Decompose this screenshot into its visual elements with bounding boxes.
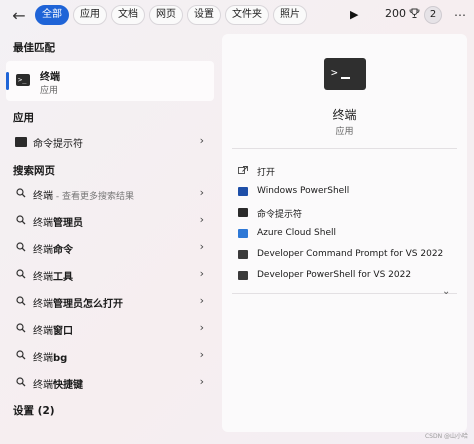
search-icon bbox=[16, 188, 26, 198]
web-item-label: 终端工具 bbox=[33, 272, 73, 283]
action-label: 命令提示符 bbox=[257, 210, 303, 220]
action-vs-cmd[interactable]: Developer Command Prompt for VS 2022 bbox=[234, 246, 456, 264]
tab-settings[interactable]: 设置 bbox=[187, 5, 221, 25]
web-search-heading: 搜索网页 bbox=[13, 165, 55, 177]
web-item-label: 终端窗口 bbox=[33, 326, 73, 337]
action-label: Windows PowerShell bbox=[257, 186, 350, 196]
web-item-2[interactable]: 终端命令 › bbox=[6, 237, 214, 259]
open-icon bbox=[238, 166, 248, 174]
apps-heading: 应用 bbox=[13, 112, 34, 124]
search-icon bbox=[16, 215, 26, 225]
action-open[interactable]: 打开 bbox=[234, 162, 456, 180]
web-item-label: 终端管理员怎么打开 bbox=[33, 299, 123, 310]
play-icon[interactable]: ▶ bbox=[350, 8, 362, 22]
app-item-label: 命令提示符 bbox=[33, 139, 83, 150]
search-icon bbox=[16, 296, 26, 306]
trophy-icon bbox=[409, 8, 420, 18]
chevron-right-icon: › bbox=[199, 348, 204, 361]
chevron-right-icon: › bbox=[199, 213, 204, 226]
chevron-right-icon: › bbox=[199, 267, 204, 280]
details-app-type: 应用 bbox=[335, 127, 354, 137]
web-item-4[interactable]: 终端管理员怎么打开 › bbox=[6, 291, 214, 313]
back-arrow-icon[interactable]: ← bbox=[8, 5, 30, 25]
rewards-points[interactable]: 200 bbox=[385, 7, 420, 20]
terminal-app-icon: > bbox=[324, 58, 366, 90]
tab-web[interactable]: 网页 bbox=[149, 5, 183, 25]
more-options-icon[interactable]: ⋯ bbox=[452, 6, 468, 24]
chevron-down-icon[interactable]: ⌄ bbox=[442, 286, 450, 297]
web-item-label: 终端管理员 bbox=[33, 218, 83, 229]
details-app-name: 终端 bbox=[332, 108, 357, 122]
action-vs-powershell[interactable]: Developer PowerShell for VS 2022 bbox=[234, 267, 456, 285]
vs-powershell-icon bbox=[238, 271, 248, 280]
web-item-label: 终端快捷键 bbox=[33, 380, 83, 391]
web-item-6[interactable]: 终端bg › bbox=[6, 345, 214, 367]
action-label: Developer PowerShell for VS 2022 bbox=[257, 270, 412, 280]
search-icon bbox=[16, 242, 26, 252]
chevron-right-icon: › bbox=[199, 240, 204, 253]
divider bbox=[232, 148, 457, 149]
best-match-terminal[interactable]: >_ 终端 应用 bbox=[6, 61, 214, 101]
tab-apps[interactable]: 应用 bbox=[73, 5, 107, 25]
app-item-cmd[interactable]: 命令提示符 › bbox=[6, 131, 214, 153]
chevron-right-icon: › bbox=[199, 134, 204, 147]
avatar[interactable]: 2 bbox=[424, 6, 442, 24]
best-match-name: 终端 bbox=[40, 72, 60, 83]
web-item-label: 终端bg bbox=[33, 353, 68, 364]
selection-indicator bbox=[6, 72, 9, 90]
web-item-3[interactable]: 终端工具 › bbox=[6, 264, 214, 286]
cmd-icon bbox=[238, 208, 248, 217]
action-powershell[interactable]: Windows PowerShell bbox=[234, 183, 456, 201]
action-azure-cloud-shell[interactable]: Azure Cloud Shell bbox=[234, 225, 456, 243]
web-item-7[interactable]: 终端快捷键 › bbox=[6, 372, 214, 394]
best-match-type: 应用 bbox=[40, 86, 59, 96]
action-label: 打开 bbox=[257, 168, 276, 178]
action-cmd[interactable]: 命令提示符 bbox=[234, 204, 456, 222]
search-icon bbox=[16, 323, 26, 333]
chevron-right-icon: › bbox=[199, 186, 204, 199]
tab-all[interactable]: 全部 bbox=[35, 5, 69, 25]
action-label: Developer Command Prompt for VS 2022 bbox=[257, 249, 444, 259]
divider bbox=[232, 293, 457, 294]
web-item-label: 终端 - 查看更多搜索结果 bbox=[33, 191, 134, 202]
web-item-label: 终端命令 bbox=[33, 245, 73, 256]
tab-documents[interactable]: 文档 bbox=[111, 5, 145, 25]
web-item-1[interactable]: 终端管理员 › bbox=[6, 210, 214, 232]
watermark: CSDN @山小哈 bbox=[424, 433, 468, 440]
powershell-icon bbox=[238, 187, 248, 196]
tab-folders[interactable]: 文件夹 bbox=[225, 5, 269, 25]
best-match-heading: 最佳匹配 bbox=[13, 42, 55, 54]
vs-cmd-icon bbox=[238, 250, 248, 259]
search-icon bbox=[16, 350, 26, 360]
details-pane: > 终端 应用 打开 Windows PowerShell 命令提示符 Azur… bbox=[222, 34, 467, 432]
chevron-right-icon: › bbox=[199, 321, 204, 334]
azure-icon bbox=[238, 229, 248, 238]
cmd-icon bbox=[15, 137, 27, 147]
chevron-right-icon: › bbox=[199, 294, 204, 307]
chevron-right-icon: › bbox=[199, 375, 204, 388]
filter-tabs: 全部 应用 文档 网页 设置 文件夹 照片 bbox=[35, 5, 307, 25]
search-icon bbox=[16, 377, 26, 387]
tab-photos[interactable]: 照片 bbox=[273, 5, 307, 25]
action-label: Azure Cloud Shell bbox=[257, 228, 337, 238]
points-value: 200 bbox=[385, 7, 406, 20]
search-filter-bar: ← 全部 应用 文档 网页 设置 文件夹 照片 ▶ 200 2 ⋯ bbox=[0, 0, 474, 30]
terminal-icon: >_ bbox=[16, 74, 30, 86]
web-item-0[interactable]: 终端 - 查看更多搜索结果 › bbox=[6, 183, 214, 205]
settings-heading[interactable]: 设置 (2) bbox=[13, 403, 55, 418]
web-item-5[interactable]: 终端窗口 › bbox=[6, 318, 214, 340]
search-icon bbox=[16, 269, 26, 279]
